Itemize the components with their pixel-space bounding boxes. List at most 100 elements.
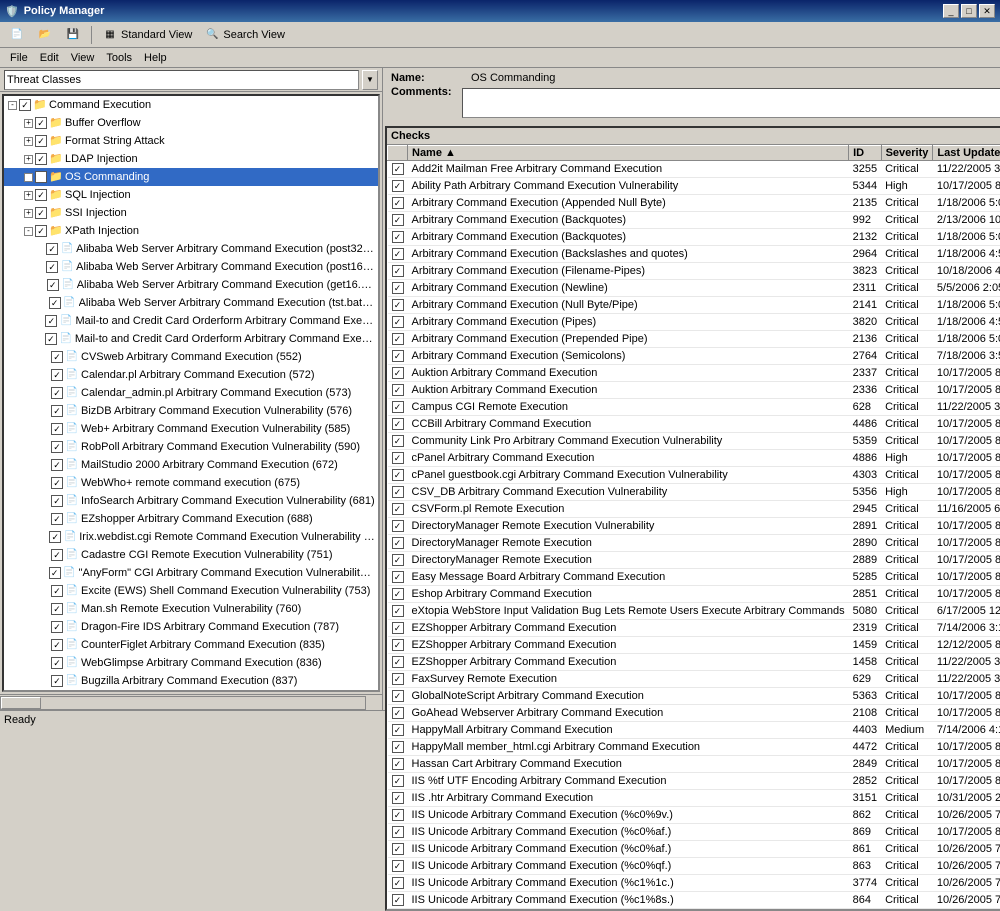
table-row[interactable]: ✓Easy Message Board Arbitrary Command Ex…	[388, 569, 1000, 586]
tree-item[interactable]: 📄Man.sh Remote Execution Vulnerability (…	[4, 600, 378, 618]
row-checkbox[interactable]: ✓	[392, 486, 404, 498]
row-checkbox[interactable]: ✓	[392, 503, 404, 515]
tree-item[interactable]: -📁OS Commanding	[4, 168, 378, 186]
tree-checkbox[interactable]	[51, 549, 63, 561]
table-row[interactable]: ✓Ability Path Arbitrary Command Executio…	[388, 178, 1000, 195]
table-row[interactable]: ✓IIS Unicode Arbitrary Command Execution…	[388, 892, 1000, 909]
tree-checkbox[interactable]	[49, 531, 61, 543]
table-row[interactable]: ✓EZShopper Arbitrary Command Execution14…	[388, 637, 1000, 654]
tree-checkbox[interactable]	[35, 207, 47, 219]
table-row[interactable]: ✓EZShopper Arbitrary Command Execution14…	[388, 654, 1000, 671]
row-checkbox[interactable]: ✓	[392, 843, 404, 855]
row-checkbox[interactable]: ✓	[392, 656, 404, 668]
row-checkbox[interactable]: ✓	[392, 588, 404, 600]
tree-checkbox[interactable]	[35, 153, 47, 165]
tree-item[interactable]: +📁Buffer Overflow	[4, 114, 378, 132]
row-checkbox[interactable]: ✓	[392, 673, 404, 685]
table-row[interactable]: ✓Arbitrary Command Execution (Appended N…	[388, 195, 1000, 212]
maximize-button[interactable]: □	[961, 4, 977, 18]
row-checkbox[interactable]: ✓	[392, 690, 404, 702]
new-button[interactable]: 📄	[4, 24, 30, 46]
table-row[interactable]: ✓HappyMall Arbitrary Command Execution44…	[388, 722, 1000, 739]
row-checkbox[interactable]: ✓	[392, 316, 404, 328]
row-checkbox[interactable]: ✓	[392, 367, 404, 379]
table-row[interactable]: ✓DirectoryManager Remote Execution2889Cr…	[388, 552, 1000, 569]
row-checkbox[interactable]: ✓	[392, 350, 404, 362]
row-checkbox[interactable]: ✓	[392, 894, 404, 906]
tree-item[interactable]: 📄WebGlimpse Arbitrary Command Execution …	[4, 654, 378, 672]
table-row[interactable]: ✓Hassan Cart Arbitrary Command Execution…	[388, 756, 1000, 773]
comments-textarea[interactable]	[462, 88, 1000, 118]
row-checkbox[interactable]: ✓	[392, 520, 404, 532]
row-checkbox[interactable]: ✓	[392, 435, 404, 447]
tree-item[interactable]: -📁XPath Injection	[4, 222, 378, 240]
threat-class-dropdown[interactable]: Threat Classes	[4, 70, 359, 90]
tree-checkbox[interactable]	[51, 621, 63, 633]
table-row[interactable]: ✓cPanel Arbitrary Command Execution4886H…	[388, 450, 1000, 467]
save-button[interactable]: 💾	[60, 24, 86, 46]
col-header-check[interactable]	[388, 146, 408, 161]
tree-item[interactable]: 📄Calendar.pl Arbitrary Command Execution…	[4, 366, 378, 384]
row-checkbox[interactable]: ✓	[392, 214, 404, 226]
tree-expand-icon[interactable]: +	[24, 137, 33, 146]
tree-expand-icon[interactable]: -	[8, 101, 17, 110]
tree-item[interactable]: +📁Format String Attack	[4, 132, 378, 150]
row-checkbox[interactable]: ✓	[392, 180, 404, 192]
row-checkbox[interactable]: ✓	[392, 163, 404, 175]
row-checkbox[interactable]: ✓	[392, 537, 404, 549]
row-checkbox[interactable]: ✓	[392, 622, 404, 634]
row-checkbox[interactable]: ✓	[392, 554, 404, 566]
tree-expand-icon[interactable]: +	[24, 209, 33, 218]
minimize-button[interactable]: _	[943, 4, 959, 18]
tree-checkbox[interactable]	[51, 603, 63, 615]
table-row[interactable]: ✓HappyMall member_html.cgi Arbitrary Com…	[388, 739, 1000, 756]
menu-view[interactable]: View	[65, 49, 101, 66]
menu-edit[interactable]: Edit	[34, 49, 65, 66]
tree-item[interactable]: 📄Alibaba Web Server Arbitrary Command Ex…	[4, 276, 378, 294]
row-checkbox[interactable]: ✓	[392, 571, 404, 583]
tree-checkbox[interactable]	[51, 639, 63, 651]
row-checkbox[interactable]: ✓	[392, 248, 404, 260]
table-row[interactable]: ✓Arbitrary Command Execution (Newline)23…	[388, 280, 1000, 297]
table-row[interactable]: ✓IIS Unicode Arbitrary Command Execution…	[388, 807, 1000, 824]
tree-checkbox[interactable]	[51, 657, 63, 669]
row-checkbox[interactable]: ✓	[392, 860, 404, 872]
table-row[interactable]: ✓Eshop Arbitrary Command Execution2851Cr…	[388, 586, 1000, 603]
col-header-updated[interactable]: Last Updated	[933, 146, 1000, 161]
horizontal-scrollbar[interactable]	[0, 696, 366, 710]
table-row[interactable]: ✓IIS Unicode Arbitrary Command Execution…	[388, 841, 1000, 858]
table-row[interactable]: ✓Arbitrary Command Execution (Null Byte/…	[388, 297, 1000, 314]
table-row[interactable]: ✓DirectoryManager Remote Execution Vulne…	[388, 518, 1000, 535]
table-row[interactable]: ✓CCBill Arbitrary Command Execution4486C…	[388, 416, 1000, 433]
tree-expand-icon[interactable]: -	[24, 173, 33, 182]
tree-item[interactable]: +📁SQL Injection	[4, 186, 378, 204]
tree-item[interactable]: 📄Alibaba Web Server Arbitrary Command Ex…	[4, 258, 378, 276]
col-header-name[interactable]: Name ▲	[408, 146, 849, 161]
open-button[interactable]: 📂	[32, 24, 58, 46]
table-row[interactable]: ✓Arbitrary Command Execution (Pipes)3820…	[388, 314, 1000, 331]
tree-item[interactable]: 📄Alibaba Web Server Arbitrary Command Ex…	[4, 294, 378, 312]
tree-expand-icon[interactable]: -	[24, 227, 33, 236]
tree-item[interactable]: 📄Bugzilla Arbitrary Command Execution (8…	[4, 672, 378, 690]
row-checkbox[interactable]: ✓	[392, 758, 404, 770]
tree-item[interactable]: 📄CounterFiglet Arbitrary Command Executi…	[4, 636, 378, 654]
row-checkbox[interactable]: ✓	[392, 231, 404, 243]
tree-checkbox[interactable]	[51, 513, 63, 525]
tree-item[interactable]: 📄InfoSearch Arbitrary Command Execution …	[4, 492, 378, 510]
table-row[interactable]: ✓IIS Unicode Arbitrary Command Execution…	[388, 858, 1000, 875]
table-row[interactable]: ✓EZShopper Arbitrary Command Execution23…	[388, 620, 1000, 637]
tree-checkbox[interactable]	[49, 567, 61, 579]
row-checkbox[interactable]: ✓	[392, 877, 404, 889]
table-row[interactable]: ✓Arbitrary Command Execution (Backslashe…	[388, 246, 1000, 263]
tree-checkbox[interactable]	[45, 315, 57, 327]
row-checkbox[interactable]: ✓	[392, 265, 404, 277]
row-checkbox[interactable]: ✓	[392, 775, 404, 787]
col-header-id[interactable]: ID	[849, 146, 881, 161]
table-row[interactable]: ✓FaxSurvey Remote Execution629Critical11…	[388, 671, 1000, 688]
table-row[interactable]: ✓GoAhead Webserver Arbitrary Command Exe…	[388, 705, 1000, 722]
tree-checkbox[interactable]	[51, 369, 63, 381]
tree-item[interactable]: 📄Mail-to and Credit Card Orderform Arbit…	[4, 312, 378, 330]
standard-view-button[interactable]: ▦ Standard View	[97, 24, 197, 46]
tree-checkbox[interactable]	[46, 261, 58, 273]
tree-checkbox[interactable]	[35, 189, 47, 201]
